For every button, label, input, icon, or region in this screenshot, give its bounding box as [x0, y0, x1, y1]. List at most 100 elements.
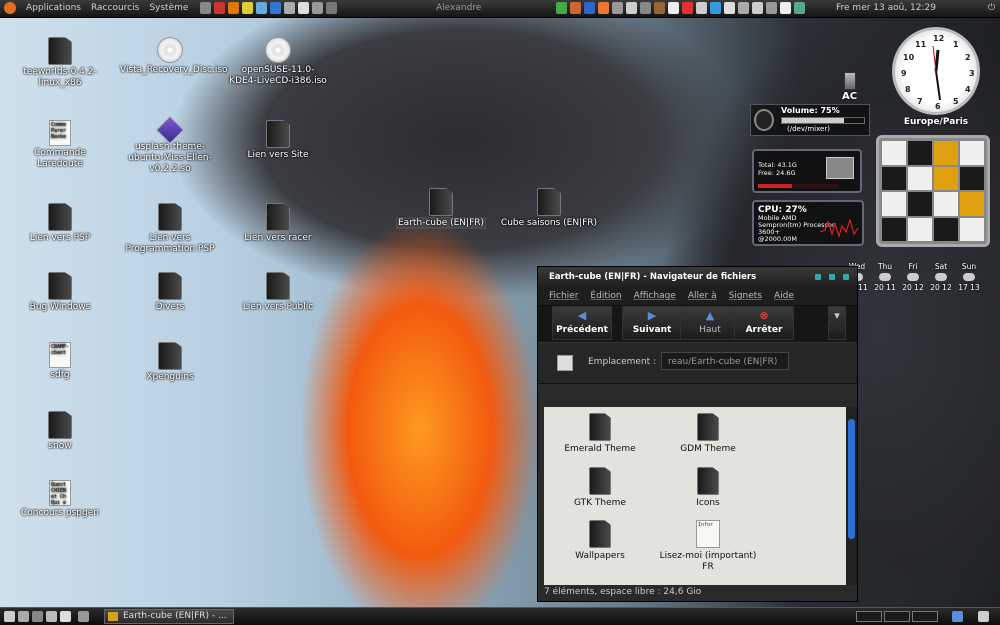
puzzle-tile[interactable]	[934, 166, 958, 190]
puzzle-tile[interactable]	[934, 217, 958, 241]
show-desktop-icon[interactable]	[4, 611, 15, 622]
puzzle-tile[interactable]	[908, 141, 932, 165]
toolbar-overflow-button[interactable]: ▾	[828, 306, 846, 340]
workspace-1[interactable]	[856, 611, 882, 622]
desktop-icon-lien-site[interactable]: ↰ Lien vers Site	[228, 120, 328, 161]
users-icon[interactable]	[556, 2, 567, 14]
desktop-icon-usplash-theme[interactable]: usplash-theme-ubuntu-Miss-Ellen-v0.2.2.s…	[120, 115, 220, 175]
volume-icon[interactable]	[780, 2, 791, 14]
desktop-icon-snow[interactable]: snow	[10, 411, 110, 452]
volume-widget[interactable]: Volume: 75% (/dev/mixer)	[750, 104, 870, 136]
up-button[interactable]: ▲ Haut	[680, 306, 740, 340]
forward-button[interactable]: ▶ Suivant	[622, 306, 682, 340]
puzzle-tile[interactable]	[934, 141, 958, 165]
mail-tray-icon[interactable]	[696, 2, 707, 14]
puzzle-tile[interactable]	[934, 192, 958, 216]
back-button[interactable]: ◀ Précédent	[552, 306, 612, 340]
puzzle-tile[interactable]	[960, 141, 984, 165]
desktop-icon-lien-programmation-psp[interactable]: ↰ Lien vers Programmation PSP	[120, 203, 220, 255]
desktop-icon-xpenguins[interactable]: Xpenguins	[120, 342, 220, 383]
graph-icon[interactable]	[682, 2, 693, 14]
menu-aller[interactable]: Aller à	[688, 291, 717, 301]
workspace-2[interactable]	[884, 611, 910, 622]
sun-icon[interactable]	[298, 2, 309, 14]
desktop-icon-lien-public[interactable]: ↰ Lien vers Public	[228, 272, 328, 313]
puzzle-tile[interactable]	[882, 192, 906, 216]
desktop-icon-sdfg[interactable]: CBAMP- cbant sdfg	[10, 342, 110, 381]
preferences-icon[interactable]	[312, 2, 323, 14]
trash-panel-icon[interactable]	[978, 611, 989, 622]
file-browser-window[interactable]: Earth-cube (EN|FR) - Navigateur de fichi…	[537, 266, 858, 602]
desktop-icon-commande-laredoute[interactable]: Comme Parer Baske Commande Laredoute	[10, 120, 110, 170]
ubuntu-logo-icon[interactable]	[4, 2, 16, 14]
puzzle-tile[interactable]	[908, 217, 932, 241]
clipboard-icon[interactable]	[612, 2, 623, 14]
firefox-icon[interactable]	[228, 2, 239, 14]
desktop-icon-cube-saisons[interactable]: Cube saisons (EN|FR)	[499, 188, 599, 229]
update-icon[interactable]	[326, 2, 337, 14]
menu-edition[interactable]: Édition	[590, 291, 621, 301]
desktop-icon-bug-windows[interactable]: Bug Windows	[10, 272, 110, 313]
puzzle-tile[interactable]	[882, 141, 906, 165]
menu-systeme[interactable]: Système	[149, 3, 188, 13]
puzzle-tile[interactable]	[882, 217, 906, 241]
file-icon[interactable]	[626, 2, 637, 14]
window-icon[interactable]	[766, 2, 777, 14]
window-list-icon[interactable]	[78, 611, 89, 622]
menu-affichage[interactable]: Affichage	[634, 291, 676, 301]
puzzle-tile[interactable]	[908, 192, 932, 216]
file-item-emerald-theme[interactable]: Emerald Theme	[550, 413, 650, 455]
chat-icon[interactable]	[584, 2, 595, 14]
puzzle-widget[interactable]	[876, 135, 990, 247]
network-icon[interactable]	[270, 2, 281, 14]
menu-fichier[interactable]: Fichier	[549, 291, 578, 301]
workspace-3[interactable]	[912, 611, 938, 622]
puzzle-tile[interactable]	[960, 192, 984, 216]
window-titlebar[interactable]: Earth-cube (EN|FR) - Navigateur de fichi…	[538, 267, 857, 287]
gear-icon[interactable]	[284, 2, 295, 14]
play-icon[interactable]	[752, 2, 763, 14]
music-icon[interactable]	[570, 2, 581, 14]
file-view-scrollbar[interactable]	[846, 407, 857, 585]
location-input[interactable]: reau/Earth-cube (EN|FR)	[661, 352, 789, 370]
bluetooth-icon[interactable]	[738, 2, 749, 14]
menu-raccourcis[interactable]: Raccourcis	[91, 3, 139, 13]
notes-icon[interactable]	[32, 611, 43, 622]
maximize-button[interactable]	[829, 274, 835, 280]
torrent-icon[interactable]	[654, 2, 665, 14]
file-item-gdm-theme[interactable]: GDM Theme	[658, 413, 758, 455]
puzzle-tile[interactable]	[960, 217, 984, 241]
terminal-icon[interactable]	[200, 2, 211, 14]
trash-icon[interactable]	[18, 611, 29, 622]
power-icon[interactable]: ⏻	[988, 3, 996, 13]
file-item-gtk-theme[interactable]: GTK Theme	[550, 467, 650, 509]
document-icon[interactable]	[668, 2, 679, 14]
desktop-icon-opensuse-iso[interactable]: openSUSE-11.0-KDE4-LiveCD-i386.iso	[228, 37, 328, 87]
menu-applications[interactable]: Applications	[26, 3, 81, 13]
puzzle-tile[interactable]	[960, 166, 984, 190]
scrollbar-thumb[interactable]	[848, 419, 855, 539]
file-item-icons[interactable]: Icons	[658, 467, 758, 509]
location-toggle-icon[interactable]	[557, 355, 573, 371]
volume-panel-icon[interactable]	[60, 611, 71, 622]
menu-aide[interactable]: Aide	[774, 291, 794, 301]
panel-clock[interactable]: Fre mer 13 aoû, 12:29	[836, 3, 936, 13]
file-item-wallpapers[interactable]: Wallpapers	[550, 520, 650, 562]
browser-icon[interactable]	[598, 2, 609, 14]
settings-icon[interactable]	[256, 2, 267, 14]
phone-icon[interactable]	[640, 2, 651, 14]
minimize-button[interactable]	[815, 274, 821, 280]
monitor-icon[interactable]	[46, 611, 57, 622]
file-view[interactable]: Emerald Theme GDM Theme GTK Theme Icons …	[544, 407, 846, 585]
skype-icon[interactable]	[710, 2, 721, 14]
file-item-lisez-moi[interactable]: Infor Lisez-moi (important) FR	[658, 520, 758, 573]
menu-signets[interactable]: Signets	[729, 291, 762, 301]
stop-button[interactable]: ⊗ Arrêter	[734, 306, 794, 340]
audio-icon[interactable]	[724, 2, 735, 14]
wifi-icon[interactable]	[794, 2, 805, 14]
desktop-icon-teeworlds[interactable]: teeworlds-0.4.2-linux_x86	[10, 37, 110, 89]
desktop-icon-lien-psp[interactable]: ↰ Lien vers PSP	[10, 203, 110, 244]
puzzle-tile[interactable]	[882, 166, 906, 190]
app-icon[interactable]	[952, 611, 963, 622]
puzzle-tile[interactable]	[908, 166, 932, 190]
